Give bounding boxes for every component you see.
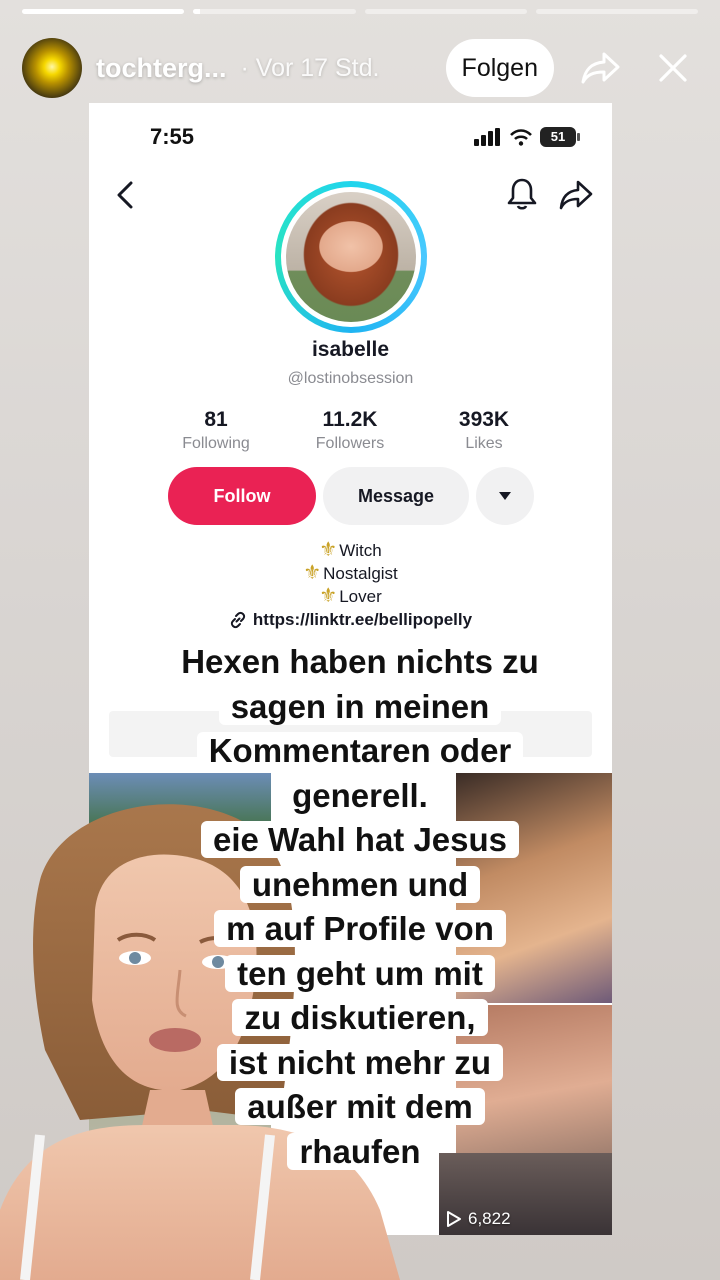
profile-follow-button: Follow: [168, 467, 316, 525]
back-icon: [117, 181, 133, 209]
stat-following: 81 Following: [182, 408, 250, 452]
profile-stats: 81 Following 11.2K Followers 393K Likes: [149, 408, 551, 453]
story-progress: [22, 9, 698, 14]
story-caption: Hexen haben nichts zu sagen in meinen Ko…: [150, 640, 570, 1174]
story-header: tochterg... · Vor 17 Std. Folgen: [22, 38, 698, 98]
battery-icon: 51: [540, 127, 580, 147]
story-username[interactable]: tochterg...: [96, 53, 227, 84]
avatar-photo: [286, 192, 416, 322]
stat-likes: 393K Likes: [458, 408, 510, 452]
signal-icon: [474, 128, 500, 146]
profile-handle: @lostinobsession: [287, 370, 414, 387]
progress-segment: [535, 9, 698, 14]
bell-icon: [507, 178, 537, 210]
fleur-de-lis-icon: ⚜: [303, 562, 322, 584]
profile-avatar: [275, 181, 427, 333]
fleur-de-lis-icon: ⚜: [319, 539, 338, 561]
progress-segment: [193, 9, 356, 14]
view-count: 6,822: [446, 1209, 511, 1229]
profile-bio: ⚜ Witch ⚜ Nostalgist ⚜ Lover: [303, 539, 398, 607]
follow-button[interactable]: Folgen: [445, 39, 554, 97]
close-icon[interactable]: [648, 43, 698, 93]
fleur-de-lis-icon: ⚜: [319, 585, 338, 607]
link-icon: [230, 611, 246, 629]
progress-segment: [22, 9, 185, 14]
status-time: 7:55: [150, 124, 195, 149]
progress-segment: [364, 9, 527, 14]
profile-link: https://linktr.ee/bellipopelly: [89, 610, 612, 630]
play-icon: [447, 1211, 461, 1227]
wifi-icon: [510, 128, 532, 146]
share-icon[interactable]: [576, 43, 626, 93]
story-timestamp: · Vor 17 Std.: [240, 53, 380, 82]
status-bar: 7:55 51: [89, 121, 612, 155]
stat-followers: 11.2K Followers: [315, 408, 385, 452]
profile-actions: Follow Message: [168, 467, 534, 525]
story-avatar[interactable]: [22, 38, 82, 98]
share-icon: [559, 180, 593, 210]
profile-message-button: Message: [323, 467, 469, 525]
dropdown-icon: [476, 467, 534, 525]
profile-name: isabelle: [311, 338, 390, 361]
